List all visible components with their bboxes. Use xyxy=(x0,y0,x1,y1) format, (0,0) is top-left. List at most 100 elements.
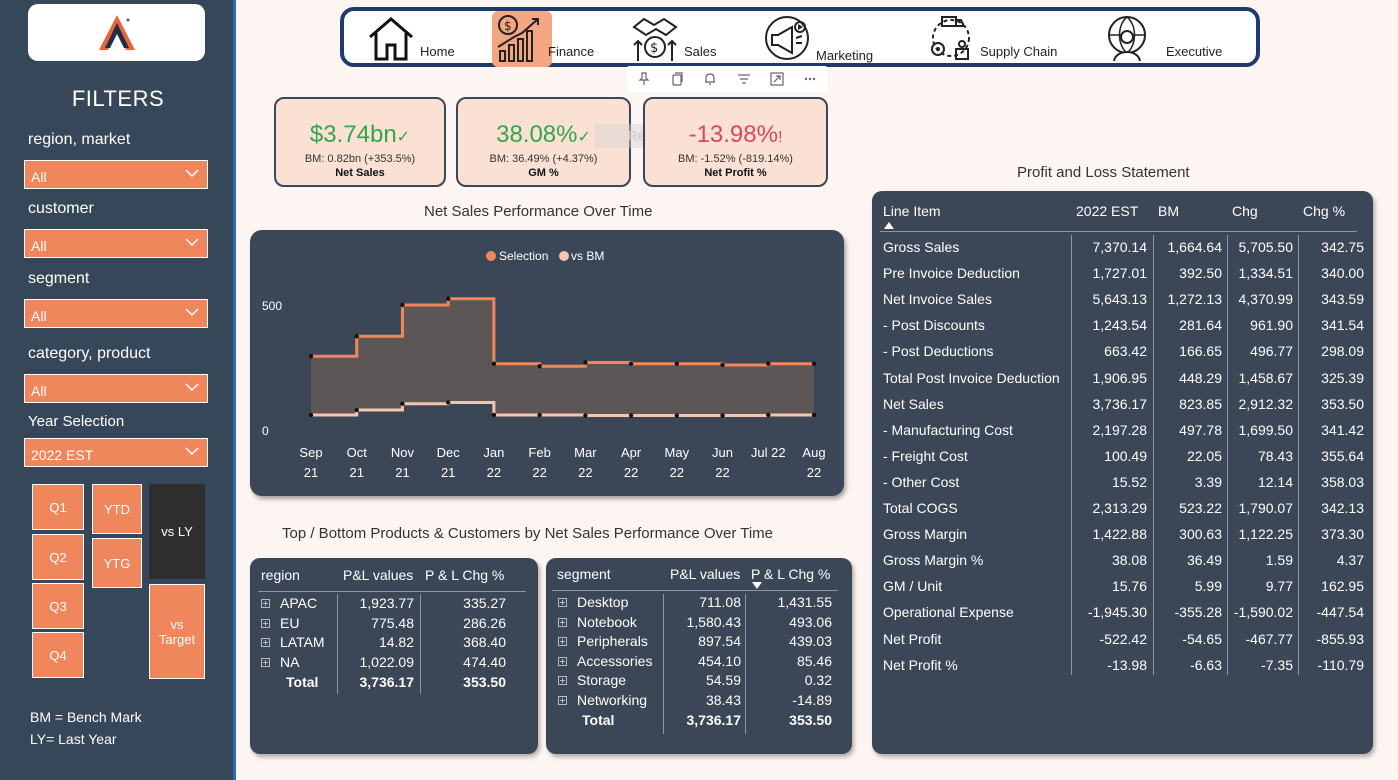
pl-row[interactable]: Net Invoice Sales 5,643.13 1,272.13 4,370.9… xyxy=(872,291,1373,317)
data-point[interactable] xyxy=(674,413,680,418)
expand-icon[interactable] xyxy=(558,617,567,627)
data-point[interactable] xyxy=(354,334,359,339)
bell-icon[interactable] xyxy=(703,72,717,86)
nav-sales[interactable]: $ Sales xyxy=(630,11,717,63)
pin-icon[interactable] xyxy=(637,72,651,86)
pl-row[interactable]: Gross Margin 1,422.88 300.63 1,122.25 373.30 xyxy=(872,526,1373,552)
table-row[interactable]: Networking 38.43 -14.89 xyxy=(546,692,852,712)
table-row[interactable]: APAC 1,923.77 335.27 xyxy=(250,595,538,615)
pl-row[interactable]: - Post Discounts 1,243.54 281.64 961.90 341.… xyxy=(872,317,1373,343)
ytg-button[interactable]: YTG xyxy=(92,538,142,588)
data-point[interactable] xyxy=(400,401,405,406)
table-row[interactable]: Storage 54.59 0.32 xyxy=(546,672,852,692)
expand-icon[interactable] xyxy=(261,618,270,628)
table-row[interactable]: Peripherals 897.54 439.03 xyxy=(546,633,852,653)
year-selection-dropdown[interactable]: 2022 EST xyxy=(24,438,208,467)
expand-icon[interactable] xyxy=(558,676,567,686)
expand-icon[interactable] xyxy=(261,638,270,648)
focus-mode-icon[interactable] xyxy=(770,72,784,86)
pl-row[interactable]: - Freight Cost 100.49 22.05 78.43 355.64 xyxy=(872,448,1373,474)
data-point[interactable] xyxy=(354,407,359,413)
data-point[interactable] xyxy=(766,361,771,366)
data-point[interactable] xyxy=(537,412,542,418)
column-header[interactable]: 2022 EST xyxy=(1076,203,1138,219)
legend-label-vs-bm[interactable]: vs BM xyxy=(571,249,604,263)
pl-row[interactable]: Total Post Invoice Deduction 1,906.95 448.… xyxy=(872,370,1373,396)
table-row[interactable]: Desktop 711.08 1,431.55 xyxy=(546,594,852,614)
expand-icon[interactable] xyxy=(558,696,567,705)
data-point[interactable] xyxy=(400,302,405,308)
data-point[interactable] xyxy=(491,412,497,418)
table-row[interactable]: NA 1,022.09 474.40 xyxy=(250,654,538,674)
column-header[interactable]: P&L values xyxy=(670,566,740,582)
pl-row[interactable]: Net Profit % -13.98 -6.63 -7.35 -110.79 xyxy=(872,657,1373,683)
data-point[interactable] xyxy=(583,360,588,365)
region-market-dropdown[interactable]: All xyxy=(24,160,208,189)
data-point[interactable] xyxy=(628,413,634,418)
pl-row[interactable]: Total COGS 2,313.29 523.22 1,790.07 342.13 xyxy=(872,500,1373,526)
pl-row[interactable]: Pre Invoice Deduction 1,727.01 392.50 1,334… xyxy=(872,265,1373,291)
nav-finance[interactable]: $ Finance xyxy=(494,11,594,63)
data-point[interactable] xyxy=(720,413,725,418)
expand-icon[interactable] xyxy=(558,598,567,607)
column-header[interactable]: segment xyxy=(557,566,611,582)
column-header[interactable]: P&L values xyxy=(343,567,413,583)
pl-row[interactable]: - Post Deductions 663.42 166.65 496.77 298.0… xyxy=(872,343,1373,369)
ytd-button[interactable]: YTD xyxy=(92,484,142,534)
copy-icon[interactable] xyxy=(670,72,684,86)
data-point[interactable] xyxy=(445,296,451,301)
table-row[interactable]: LATAM 14.82 368.40 xyxy=(250,634,538,654)
expand-icon[interactable] xyxy=(261,599,270,608)
pl-row[interactable]: Operational Expense -1,945.30 -355.28 -1,59… xyxy=(872,604,1373,630)
data-point[interactable] xyxy=(811,412,817,418)
legend-label-selection[interactable]: Selection xyxy=(499,249,548,263)
data-point[interactable] xyxy=(766,412,771,418)
customer-dropdown[interactable]: All xyxy=(24,229,208,258)
data-point[interactable] xyxy=(583,413,588,418)
table-row[interactable]: Notebook 1,580.43 493.06 xyxy=(546,614,852,634)
column-header[interactable]: Line Item xyxy=(883,203,941,219)
data-point[interactable] xyxy=(720,362,725,368)
nav-home[interactable]: Home xyxy=(366,11,455,63)
more-options-icon[interactable] xyxy=(803,72,817,86)
sort-descending-icon[interactable] xyxy=(752,582,762,590)
nav-executive[interactable]: Executive xyxy=(1102,11,1222,63)
table-row[interactable]: EU 775.48 286.26 xyxy=(250,615,538,635)
expand-icon[interactable] xyxy=(558,656,567,666)
nav-supply-chain[interactable]: Supply Chain xyxy=(926,11,1057,63)
table-row[interactable]: Accessories 454.10 85.46 xyxy=(546,653,852,673)
data-point[interactable] xyxy=(308,354,314,359)
pl-row[interactable]: Gross Margin % 38.08 36.49 1.59 4.37 xyxy=(872,552,1373,578)
pl-row[interactable]: Gross Sales 7,370.14 1,664.64 5,705.50 342.7… xyxy=(872,239,1373,265)
column-header[interactable]: P & L Chg % xyxy=(425,567,504,583)
column-header[interactable]: P & L Chg % xyxy=(751,566,830,582)
pl-row[interactable]: Net Sales 3,736.17 823.85 2,912.32 353.50 xyxy=(872,396,1373,422)
pl-row[interactable]: - Other Cost 15.52 3.39 12.14 358.03 xyxy=(872,474,1373,500)
expand-icon[interactable] xyxy=(558,637,567,647)
filter-icon[interactable] xyxy=(737,72,751,86)
data-point[interactable] xyxy=(811,361,817,366)
vs-ly-button[interactable]: vs LY xyxy=(149,484,205,579)
data-point[interactable] xyxy=(491,361,497,366)
q4-button[interactable]: Q4 xyxy=(32,632,84,678)
vs-target-button[interactable]: vs Target xyxy=(149,584,205,679)
column-header[interactable]: Chg xyxy=(1232,203,1258,219)
column-header[interactable]: BM xyxy=(1158,203,1179,219)
sort-ascending-icon[interactable] xyxy=(884,222,894,229)
pl-row[interactable]: GM / Unit 15.76 5.99 9.77 162.95 xyxy=(872,578,1373,604)
column-header[interactable]: Chg % xyxy=(1303,203,1345,219)
q1-button[interactable]: Q1 xyxy=(32,484,84,530)
data-point[interactable] xyxy=(674,361,680,366)
q2-button[interactable]: Q2 xyxy=(32,534,84,580)
q3-button[interactable]: Q3 xyxy=(32,583,84,629)
segment-dropdown[interactable]: All xyxy=(24,299,208,328)
expand-icon[interactable] xyxy=(261,658,270,668)
data-point[interactable] xyxy=(308,412,314,418)
category-product-dropdown[interactable]: All xyxy=(24,374,208,403)
data-point[interactable] xyxy=(537,364,542,369)
data-point[interactable] xyxy=(445,400,451,405)
nav-marketing[interactable]: Marketing xyxy=(762,11,873,63)
data-point[interactable] xyxy=(628,361,634,366)
column-header[interactable]: region xyxy=(261,567,300,583)
pl-row[interactable]: Net Profit -522.42 -54.65 -467.77 -855.93 xyxy=(872,631,1373,657)
